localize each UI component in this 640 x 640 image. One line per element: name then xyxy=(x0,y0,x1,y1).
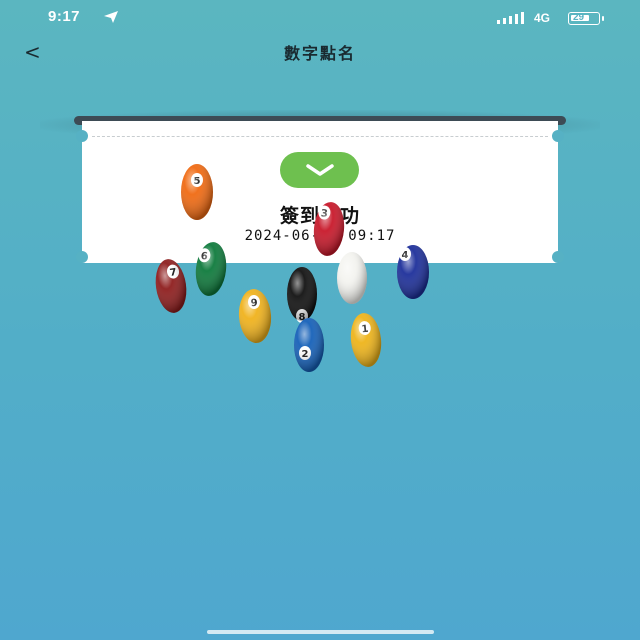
status-time: 9:17 xyxy=(48,8,81,25)
ticket-perforation xyxy=(92,136,548,137)
billiard-balls-animation: 576398241 xyxy=(155,164,429,372)
billiard-ball: 9 xyxy=(238,289,272,343)
location-arrow-icon xyxy=(104,11,118,23)
billiard-ball: 7 xyxy=(155,259,187,313)
battery-tip xyxy=(602,16,604,21)
success-badge xyxy=(280,152,359,188)
billiard-ball: 1 xyxy=(350,313,382,367)
signal-strength-icon xyxy=(497,12,524,24)
billiard-ball: 2 xyxy=(294,318,324,372)
status-bar: 9:17 4G 29 xyxy=(0,0,640,36)
checkin-timestamp: 2024-06-06 09:17 xyxy=(244,228,396,244)
ticket-notch xyxy=(552,251,564,263)
ticket-notch xyxy=(552,130,564,142)
battery-percentage: 29 xyxy=(573,12,585,23)
billiard-ball: 8 xyxy=(287,267,317,323)
ball-number-spot xyxy=(248,295,261,310)
ball-number-spot xyxy=(296,309,308,323)
ball-number: 7 xyxy=(169,267,177,279)
network-type: 4G xyxy=(534,11,551,25)
ticket-notch xyxy=(76,130,88,142)
navigation-bar: < 數字點名 xyxy=(0,36,640,70)
ticket-notch xyxy=(76,251,88,263)
checkin-success-title: 簽到成功 xyxy=(279,205,360,227)
ball-number: 2 xyxy=(302,349,309,360)
home-indicator xyxy=(207,630,434,634)
ball-number-spot xyxy=(358,321,371,336)
page-title: 數字點名 xyxy=(283,44,356,63)
battery-icon: 29 xyxy=(568,12,600,25)
ball-number: 8 xyxy=(299,312,306,323)
ball-number-spot xyxy=(166,264,180,279)
checkmark-icon xyxy=(306,164,334,176)
ball-number-spot xyxy=(299,346,311,360)
ball-number: 1 xyxy=(361,324,369,336)
checkin-ticket: 簽到成功 2024-06-06 09:17 xyxy=(76,121,564,263)
ball-number: 9 xyxy=(250,298,258,309)
